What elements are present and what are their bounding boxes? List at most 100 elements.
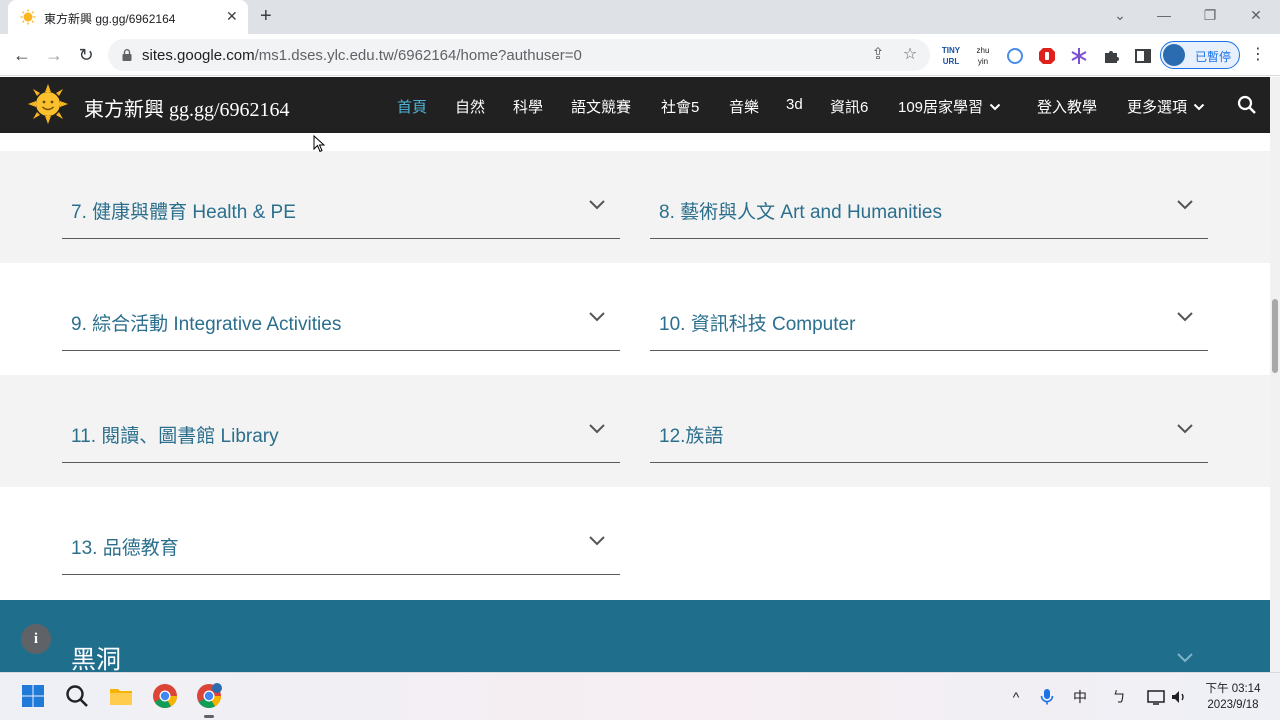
- content-band: 13. 品德教育: [0, 487, 1270, 600]
- accordion-art-humanities[interactable]: 8. 藝術與人文 Art and Humanities: [650, 151, 1208, 239]
- accordion-character-education[interactable]: 13. 品德教育: [62, 487, 620, 575]
- nav-item-home[interactable]: 首頁: [397, 96, 427, 117]
- profile-status: 已暫停: [1195, 50, 1232, 64]
- nav-item-home-learning[interactable]: 109居家學習: [898, 96, 1001, 117]
- blackhole-section[interactable]: 黑洞: [0, 600, 1270, 673]
- chevron-down-icon: [589, 312, 605, 322]
- chevron-down-icon: [1177, 200, 1193, 210]
- restore-icon[interactable]: ❐: [1198, 5, 1222, 25]
- nav-item-home-learning-label: 109居家學習: [898, 99, 984, 116]
- site-header: 東方新興 gg.gg/6962164 首頁 自然 科學 語文競賽 社會5 音樂 …: [0, 77, 1270, 133]
- nav-item-social5[interactable]: 社會5: [661, 96, 699, 117]
- content-band: 11. 閱讀、圖書館 Library 12.族語: [0, 375, 1270, 487]
- content-band: 7. 健康與體育 Health & PE 8. 藝術與人文 Art and Hu…: [0, 151, 1270, 263]
- tab-close-icon[interactable]: ✕: [226, 8, 238, 24]
- accordion-label: 8. 藝術與人文 Art and Humanities: [659, 202, 942, 223]
- lock-icon: [122, 49, 132, 61]
- chevron-down-icon: [989, 103, 1001, 111]
- reload-icon[interactable]: ↻: [74, 43, 98, 67]
- browser-menu-icon[interactable]: ⋮: [1250, 44, 1266, 66]
- nav-item-science[interactable]: 科學: [513, 96, 543, 117]
- tinyurl-extension-icon[interactable]: TINY URL: [940, 45, 962, 67]
- clock-date: 2023/9/18: [1207, 699, 1259, 711]
- search-icon[interactable]: [1236, 94, 1258, 116]
- window-close-icon[interactable]: ✕: [1244, 5, 1268, 25]
- bookmark-star-icon[interactable]: ☆: [900, 45, 920, 65]
- accordion-library[interactable]: 11. 閱讀、圖書館 Library: [62, 375, 620, 463]
- nav-item-info6[interactable]: 資訊6: [830, 96, 868, 117]
- chevron-down-icon: [1177, 312, 1193, 322]
- file-explorer-icon[interactable]: [107, 682, 135, 710]
- snowflake-extension-icon[interactable]: [1068, 45, 1090, 67]
- chrome-icon[interactable]: [151, 682, 179, 710]
- address-bar[interactable]: sites.google.com/ms1.dses.ylc.edu.tw/696…: [108, 39, 930, 71]
- chevron-down-icon: [589, 424, 605, 434]
- tab-search-icon[interactable]: ⌄: [1108, 5, 1132, 25]
- share-icon[interactable]: ⇪: [868, 45, 888, 65]
- content-band: [0, 133, 1270, 151]
- chrome-profile-icon[interactable]: [195, 682, 223, 710]
- network-icon[interactable]: [1146, 687, 1166, 707]
- chevron-down-icon: [589, 200, 605, 210]
- active-app-indicator: [204, 715, 214, 718]
- ime-mode-icon[interactable]: ㄅ: [1108, 687, 1130, 707]
- profile-button[interactable]: 已暫停: [1160, 41, 1240, 69]
- tab-title: 東方新興 gg.gg/6962164: [44, 12, 176, 26]
- browser-toolbar: ← → ↻ sites.google.com/ms1.dses.ylc.edu.…: [0, 34, 1280, 76]
- clock-time: 下午 03:14: [1205, 683, 1261, 695]
- url-host: sites.google.com: [142, 47, 255, 64]
- chevron-down-icon[interactable]: [1176, 652, 1194, 664]
- side-panel-icon[interactable]: [1132, 45, 1154, 67]
- extensions-puzzle-icon[interactable]: [1100, 45, 1122, 67]
- accordion-integrative-activities[interactable]: 9. 綜合活動 Integrative Activities: [62, 263, 620, 351]
- accordion-label: 9. 綜合活動 Integrative Activities: [71, 314, 342, 335]
- browser-tabstrip: 東方新興 gg.gg/6962164 ✕ + ⌄ — ❐ ✕: [0, 0, 1280, 34]
- accordion-label: 10. 資訊科技 Computer: [659, 314, 856, 335]
- url-path: /ms1.dses.ylc.edu.tw/6962164/home?authus…: [254, 47, 582, 64]
- ime-indicator[interactable]: 中: [1069, 687, 1091, 707]
- nav-item-3d[interactable]: 3d: [786, 96, 803, 113]
- minimize-icon[interactable]: —: [1152, 5, 1176, 25]
- info-icon[interactable]: i: [21, 624, 51, 654]
- accordion-label: 12.族語: [659, 426, 724, 447]
- scrollbar[interactable]: [1270, 77, 1280, 673]
- page-content: 7. 健康與體育 Health & PE 8. 藝術與人文 Art and Hu…: [0, 133, 1270, 673]
- url-text: sites.google.com/ms1.dses.ylc.edu.tw/696…: [142, 47, 582, 64]
- system-clock[interactable]: 下午 03:14 2023/9/18: [1196, 681, 1270, 713]
- accordion-label: 13. 品德教育: [71, 538, 179, 559]
- chevron-down-icon: [1193, 103, 1205, 111]
- adblock-extension-icon[interactable]: [1036, 45, 1058, 67]
- scrollbar-thumb[interactable]: [1272, 299, 1278, 373]
- zhuyin-extension-icon[interactable]: zhu yin: [972, 45, 994, 67]
- tray-overflow-chevron-icon[interactable]: ^: [1005, 687, 1027, 707]
- section-title: 黑洞: [71, 646, 122, 673]
- nav-item-nature[interactable]: 自然: [455, 96, 485, 117]
- new-tab-button[interactable]: +: [260, 6, 272, 26]
- nav-item-music[interactable]: 音樂: [729, 96, 759, 117]
- sun-favicon-icon: [20, 9, 36, 25]
- accordion-label: 7. 健康與體育 Health & PE: [71, 202, 296, 223]
- chevron-down-icon: [589, 536, 605, 546]
- forward-arrow-icon[interactable]: →: [42, 43, 66, 67]
- mouse-cursor-icon: [313, 135, 325, 153]
- nav-item-more[interactable]: 更多選項: [1127, 96, 1205, 117]
- avatar: [1163, 44, 1185, 66]
- nav-item-more-label: 更多選項: [1127, 99, 1188, 116]
- chevron-down-icon: [1177, 424, 1193, 434]
- accordion-label: 11. 閱讀、圖書館 Library: [71, 426, 279, 447]
- nav-item-login-guide[interactable]: 登入教學: [1037, 96, 1097, 117]
- volume-icon[interactable]: [1170, 687, 1188, 707]
- taskbar: ^ 中 ㄅ 下午 03:14 2023/9/18: [0, 672, 1280, 720]
- accordion-indigenous-language[interactable]: 12.族語: [650, 375, 1208, 463]
- accordion-health-pe[interactable]: 7. 健康與體育 Health & PE: [62, 151, 620, 239]
- search-icon[interactable]: [63, 682, 91, 710]
- microphone-icon[interactable]: [1037, 687, 1057, 707]
- accordion-computer[interactable]: 10. 資訊科技 Computer: [650, 263, 1208, 351]
- circle-extension-icon[interactable]: [1004, 45, 1026, 67]
- back-arrow-icon[interactable]: ←: [10, 43, 34, 67]
- content-band: 9. 綜合活動 Integrative Activities 10. 資訊科技 …: [0, 263, 1270, 375]
- nav-item-language-contest[interactable]: 語文競賽: [571, 96, 631, 117]
- browser-tab[interactable]: 東方新興 gg.gg/6962164 ✕: [8, 0, 248, 34]
- site-nav: 首頁 自然 科學 語文競賽 社會5 音樂 3d 資訊6 109居家學習 登入教學…: [0, 77, 1270, 133]
- windows-start-icon[interactable]: [19, 682, 47, 710]
